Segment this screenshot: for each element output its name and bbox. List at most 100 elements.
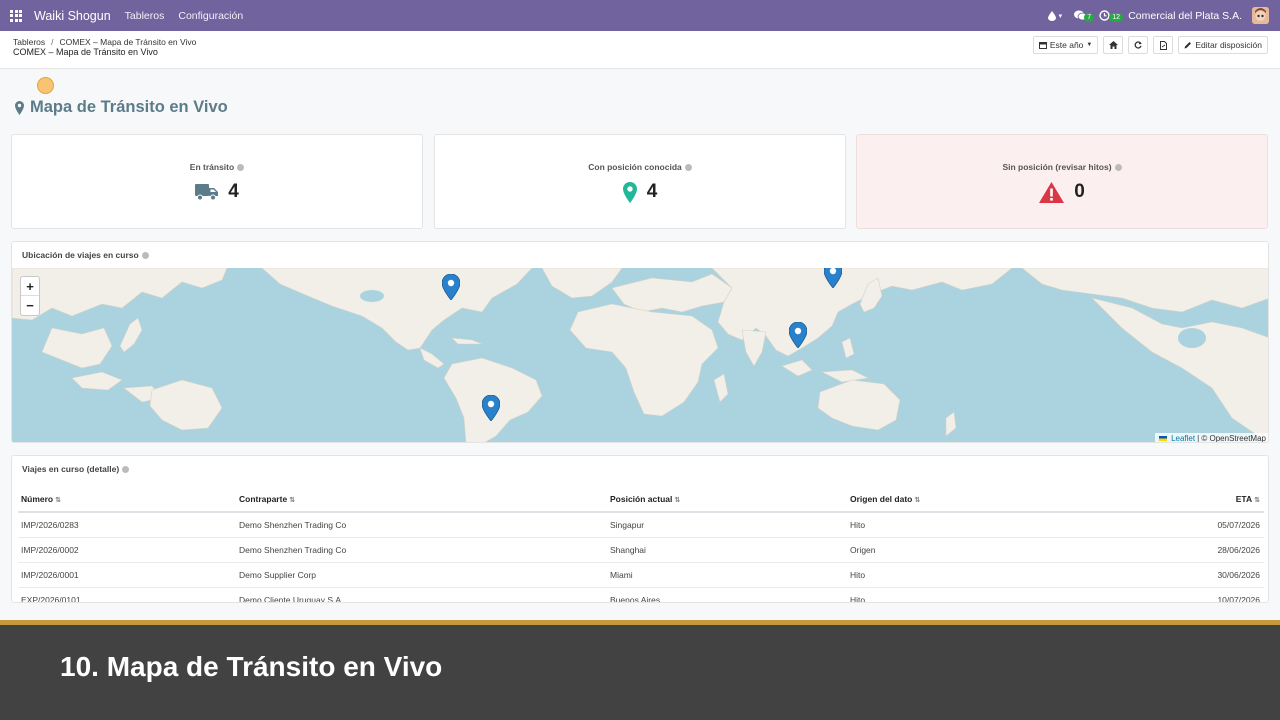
- cell-posicion: Shanghai: [607, 537, 847, 563]
- map-pin-miami[interactable]: [442, 274, 460, 300]
- calendar-icon: [1038, 42, 1047, 49]
- col-posicion[interactable]: Posición actual ⇅: [607, 487, 847, 513]
- refresh-button[interactable]: [1128, 36, 1149, 54]
- refresh-icon: [1134, 41, 1142, 49]
- kpi-value: 4: [646, 181, 658, 202]
- caption-title: 10. Mapa de Tránsito en Vivo: [60, 651, 443, 682]
- period-filter-button[interactable]: Este año ▼: [1032, 36, 1099, 54]
- dashboard-title-text: Mapa de Tránsito en Vivo: [30, 98, 228, 116]
- kpi-con-posicion: Con posición conocida 4: [434, 134, 846, 229]
- table-row[interactable]: IMP/2026/0002 Demo Shenzhen Trading Co S…: [18, 537, 1264, 563]
- kpi-en-transito: En tránsito 4: [11, 134, 423, 229]
- map-tiles: [12, 268, 1268, 442]
- zoom-control: + −: [20, 276, 40, 316]
- cell-posicion: Miami: [607, 562, 847, 588]
- page-title: COMEX – Mapa de Tránsito en Vivo: [13, 47, 158, 57]
- zoom-out-button[interactable]: −: [21, 296, 39, 315]
- table-card: Viajes en curso (detalle) Número ⇅ Contra…: [11, 455, 1269, 603]
- cell-contraparte: Demo Cliente Uruguay S.A.: [236, 587, 607, 602]
- cell-numero: IMP/2026/0001: [18, 562, 236, 588]
- edit-layout-label: Editar disposición: [1195, 40, 1262, 50]
- company-switcher[interactable]: Comercial del Plata S.A.: [1128, 10, 1242, 22]
- cell-contraparte: Demo Supplier Corp: [236, 562, 607, 588]
- table-row[interactable]: IMP/2026/0283 Demo Shenzhen Trading Co S…: [18, 512, 1264, 538]
- cell-contraparte: Demo Shenzhen Trading Co: [236, 537, 607, 563]
- zoom-in-button[interactable]: +: [21, 277, 39, 296]
- col-label: Número: [21, 494, 54, 504]
- cell-eta: 28/06/2026: [1097, 537, 1264, 563]
- kpi-label: Con posición conocida: [588, 162, 682, 172]
- menu-configuracion[interactable]: Configuración: [178, 10, 243, 22]
- cell-numero: EXP/2026/0101: [18, 587, 236, 602]
- col-numero[interactable]: Número ⇅: [18, 487, 236, 513]
- sort-icon: ⇅: [289, 497, 296, 504]
- col-label: Posición actual: [610, 494, 673, 504]
- info-icon[interactable]: [141, 252, 149, 259]
- activities-clock-icon[interactable]: 12: [1099, 10, 1123, 22]
- sort-icon: ⇅: [1254, 497, 1260, 504]
- table-row[interactable]: EXP/2026/0101 Demo Cliente Uruguay S.A. …: [18, 587, 1264, 602]
- cell-origen: Hito: [847, 512, 1097, 538]
- sort-icon: ⇅: [55, 497, 61, 504]
- col-eta[interactable]: ETA ⇅: [1097, 487, 1264, 513]
- messages-badge: 7: [1084, 13, 1095, 22]
- col-label: ETA: [1235, 494, 1253, 504]
- top-navbar: Waiki Shogun Tableros Configuración ▾ 7 …: [0, 0, 1280, 31]
- activities-badge: 12: [1109, 13, 1123, 22]
- map-attribution: Leaflet | © OpenStreetMap: [1155, 433, 1268, 443]
- apps-menu-icon[interactable]: [1, 0, 31, 31]
- sort-icon: ⇅: [914, 497, 921, 504]
- info-icon[interactable]: [237, 164, 245, 171]
- control-panel: Tableros / COMEX – Mapa de Tránsito en V…: [0, 31, 1280, 69]
- home-button[interactable]: [1103, 36, 1124, 54]
- cell-eta: 05/07/2026: [1097, 512, 1264, 538]
- user-avatar[interactable]: [1252, 7, 1269, 24]
- map-marker-icon: [15, 100, 24, 115]
- map-pin-shanghai[interactable]: [824, 268, 842, 288]
- kpi-value: 4: [228, 181, 239, 202]
- kpi-sin-posicion: Sin posición (revisar hitos) 0: [856, 134, 1268, 229]
- breadcrumb-tableros[interactable]: Tableros: [13, 37, 45, 47]
- menu-tableros[interactable]: Tableros: [125, 10, 165, 22]
- status-dot: [37, 77, 54, 94]
- col-contraparte[interactable]: Contraparte ⇅: [236, 487, 607, 513]
- table-header-row: Número ⇅ Contraparte ⇅ Posición actual ⇅ Or…: [18, 487, 1264, 513]
- card-title: Viajes en curso (detalle): [22, 464, 120, 474]
- breadcrumb-current[interactable]: COMEX – Mapa de Tránsito en Vivo: [60, 37, 197, 47]
- kpi-value: 0: [1074, 181, 1085, 202]
- info-icon[interactable]: [1114, 164, 1122, 171]
- cell-origen: Origen: [847, 537, 1097, 563]
- cell-numero: IMP/2026/0002: [18, 537, 236, 563]
- leaflet-link[interactable]: Leaflet: [1171, 434, 1195, 442]
- cell-posicion: Singapur: [607, 512, 847, 538]
- col-origen[interactable]: Origen del dato ⇅: [847, 487, 1097, 513]
- breadcrumb: Tableros / COMEX – Mapa de Tránsito en V…: [13, 37, 196, 47]
- kpi-label: Sin posición (revisar hitos): [1002, 162, 1112, 172]
- map-marker-icon: [622, 181, 637, 203]
- edit-layout-button[interactable]: Editar disposición: [1178, 36, 1268, 54]
- breadcrumb-separator: /: [51, 37, 54, 47]
- cell-eta: 10/07/2026: [1097, 587, 1264, 602]
- toolbar: Este año ▼ Editar disposición: [1032, 36, 1268, 54]
- app-brand[interactable]: Waiki Shogun: [34, 9, 111, 23]
- info-icon[interactable]: [122, 466, 130, 473]
- truck-icon: [195, 184, 219, 201]
- card-title: Ubicación de viajes en curso: [22, 250, 139, 260]
- home-icon: [1108, 41, 1118, 49]
- cell-contraparte: Demo Shenzhen Trading Co: [236, 512, 607, 538]
- dashboard-title: Mapa de Tránsito en Vivo: [15, 98, 228, 117]
- trips-table: Número ⇅ Contraparte ⇅ Posición actual ⇅ Or…: [18, 487, 1264, 602]
- info-icon[interactable]: [684, 164, 692, 171]
- table-row[interactable]: IMP/2026/0001 Demo Supplier Corp Miami H…: [18, 562, 1264, 588]
- map-pin-buenos-aires[interactable]: [482, 395, 500, 421]
- world-map[interactable]: + − Leaflet | © OpenStreetMap: [12, 268, 1268, 443]
- caret-down-icon: ▼: [1086, 42, 1093, 48]
- map-pin-singapur[interactable]: [789, 322, 807, 348]
- warning-icon: [1039, 181, 1065, 203]
- messages-icon[interactable]: 7: [1074, 10, 1095, 22]
- cell-eta: 30/06/2026: [1097, 562, 1264, 588]
- export-pdf-button[interactable]: [1153, 36, 1174, 54]
- osm-attribution: | © OpenStreetMap: [1197, 434, 1266, 443]
- debug-drop-icon[interactable]: ▾: [1047, 10, 1062, 21]
- cell-origen: Hito: [847, 587, 1097, 602]
